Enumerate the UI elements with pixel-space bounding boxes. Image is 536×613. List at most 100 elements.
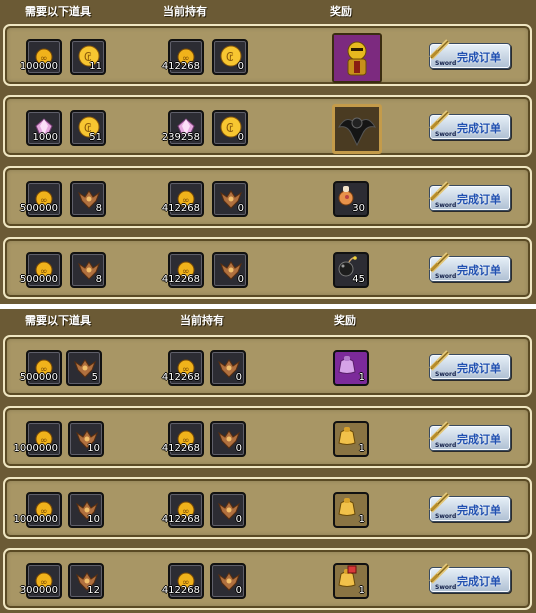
- required-item-1[interactable]: ∞ 1000000: [13, 492, 62, 528]
- complete-order-button[interactable]: 完成订单 Sword: [429, 492, 511, 522]
- owned-item-2[interactable]: ₢ 0: [212, 110, 248, 146]
- required-item-2[interactable]: 5: [66, 350, 102, 386]
- order-row: ∞ 100000 ₢ 11 ∞ 412268 ₢ 0 完成订单 Sword: [3, 24, 532, 86]
- complete-order-button[interactable]: 完成订单 Sword: [429, 252, 511, 282]
- owned-item-1[interactable]: ∞ 412268: [162, 563, 204, 599]
- reward-quantity: 1: [358, 514, 365, 525]
- svg-text:₢: ₢: [226, 50, 234, 64]
- header-reward: 奖励: [334, 314, 356, 327]
- owned-item-2[interactable]: 0: [210, 350, 246, 386]
- required-item-2[interactable]: ₢ 51: [70, 110, 106, 146]
- sword-icon: [429, 492, 450, 513]
- required-quantity: 10: [87, 443, 100, 454]
- required-item-1[interactable]: ∞ 500000: [20, 252, 62, 288]
- order-row: ∞ 500000 5 ∞ 412268 0 1 完成订单 Sword: [3, 335, 532, 397]
- sword-caption: Sword: [435, 202, 457, 209]
- order-row: 1000 ₢ 51 239258 ₢ 0 完成订单 Sword: [3, 95, 532, 157]
- complete-order-button[interactable]: 完成订单 Sword: [429, 350, 511, 380]
- required-quantity: 5: [91, 372, 98, 383]
- owned-quantity: 0: [237, 61, 244, 72]
- reward-item[interactable]: [332, 33, 382, 83]
- header-required: 需要以下道具: [25, 5, 91, 18]
- owned-quantity: 0: [237, 203, 244, 214]
- sword-caption: Sword: [435, 273, 457, 280]
- reward-item[interactable]: 45: [333, 252, 369, 288]
- owned-quantity: 0: [235, 443, 242, 454]
- owned-item-1[interactable]: ∞ 412268: [162, 492, 204, 528]
- header-owned: 当前持有: [180, 314, 224, 327]
- owned-item-2[interactable]: 0: [210, 492, 246, 528]
- owned-item-1[interactable]: ∞ 412268: [162, 252, 204, 288]
- reward-item[interactable]: 1: [333, 350, 369, 386]
- required-item-2[interactable]: 8: [70, 252, 106, 288]
- reward-item[interactable]: [332, 104, 382, 154]
- complete-order-button[interactable]: 完成订单 Sword: [429, 181, 511, 211]
- owned-item-2[interactable]: 0: [212, 181, 248, 217]
- required-quantity: 1000000: [13, 443, 58, 454]
- required-quantity: 1000: [32, 132, 58, 143]
- required-quantity: 1000000: [13, 514, 58, 525]
- owned-item-2[interactable]: 0: [212, 252, 248, 288]
- complete-order-button[interactable]: 完成订单 Sword: [429, 110, 511, 140]
- required-quantity: 8: [95, 274, 102, 285]
- required-quantity: 10: [87, 514, 100, 525]
- required-item-2[interactable]: 10: [68, 492, 104, 528]
- complete-order-label: 完成订单: [457, 193, 501, 206]
- required-item-2[interactable]: 8: [70, 181, 106, 217]
- owned-quantity: 412268: [161, 203, 200, 214]
- complete-order-button[interactable]: 完成订单 Sword: [429, 563, 511, 593]
- owned-item-2[interactable]: ₢ 0: [212, 39, 248, 75]
- svg-text:₢: ₢: [226, 121, 234, 135]
- owned-item-1[interactable]: 239258: [162, 110, 204, 146]
- owned-item-1[interactable]: ∞ 412268: [162, 39, 204, 75]
- owned-quantity: 412268: [161, 443, 200, 454]
- required-item-1[interactable]: ∞ 500000: [20, 181, 62, 217]
- required-item-2[interactable]: ₢ 11: [70, 39, 106, 75]
- reward-quantity: 30: [352, 203, 365, 214]
- order-row: ∞ 1000000 10 ∞ 412268 0 1 完成订单 Sword: [3, 406, 532, 468]
- sword-icon: [429, 252, 450, 273]
- owned-item-1[interactable]: ∞ 412268: [162, 350, 204, 386]
- purple-pouch-icon: [338, 356, 356, 374]
- sword-icon: [429, 181, 450, 202]
- owned-quantity: 0: [235, 372, 242, 383]
- required-item-2[interactable]: 10: [68, 421, 104, 457]
- owned-quantity: 239258: [161, 132, 200, 143]
- owned-quantity: 412268: [161, 274, 200, 285]
- required-quantity: 8: [95, 203, 102, 214]
- panel-header: 需要以下道具 当前持有 奖励: [0, 0, 536, 22]
- sword-caption: Sword: [435, 513, 457, 520]
- golden-knight-helmet-icon: [334, 35, 380, 81]
- order-row: ∞ 1000000 10 ∞ 412268 0 1 完成订单 Sword: [3, 477, 532, 539]
- required-item-1[interactable]: ∞ 500000: [20, 350, 62, 386]
- owned-quantity: 412268: [161, 61, 200, 72]
- reward-item[interactable]: 1: [333, 421, 369, 457]
- reward-quantity: 1: [358, 443, 365, 454]
- sword-icon: [429, 421, 450, 442]
- owned-item-2[interactable]: 0: [210, 563, 246, 599]
- owned-item-1[interactable]: ∞ 412268: [162, 421, 204, 457]
- required-item-2[interactable]: 12: [68, 563, 104, 599]
- owned-item-1[interactable]: ∞ 412268: [162, 181, 204, 217]
- complete-order-button[interactable]: 完成订单 Sword: [429, 421, 511, 451]
- reward-item[interactable]: 1: [333, 563, 369, 599]
- header-owned: 当前持有: [163, 5, 207, 18]
- sword-icon: [429, 563, 450, 584]
- required-quantity: 51: [89, 132, 102, 143]
- owned-item-2[interactable]: 0: [210, 421, 246, 457]
- reward-item[interactable]: 1: [333, 492, 369, 528]
- reward-item[interactable]: 30: [333, 181, 369, 217]
- complete-order-button[interactable]: 完成订单 Sword: [429, 39, 511, 69]
- dark-winged-creature-icon: [335, 107, 379, 151]
- required-item-1[interactable]: ∞ 100000: [20, 39, 62, 75]
- required-item-1[interactable]: 1000: [26, 110, 62, 146]
- gold-pouch-icon: [338, 427, 356, 445]
- reward-quantity: 1: [358, 585, 365, 596]
- sword-icon: [429, 39, 450, 60]
- required-item-1[interactable]: ∞ 300000: [20, 563, 62, 599]
- header-required: 需要以下道具: [25, 314, 91, 327]
- owned-quantity: 412268: [161, 585, 200, 596]
- owned-quantity: 0: [237, 132, 244, 143]
- required-item-1[interactable]: ∞ 1000000: [13, 421, 62, 457]
- complete-order-label: 完成订单: [457, 575, 501, 588]
